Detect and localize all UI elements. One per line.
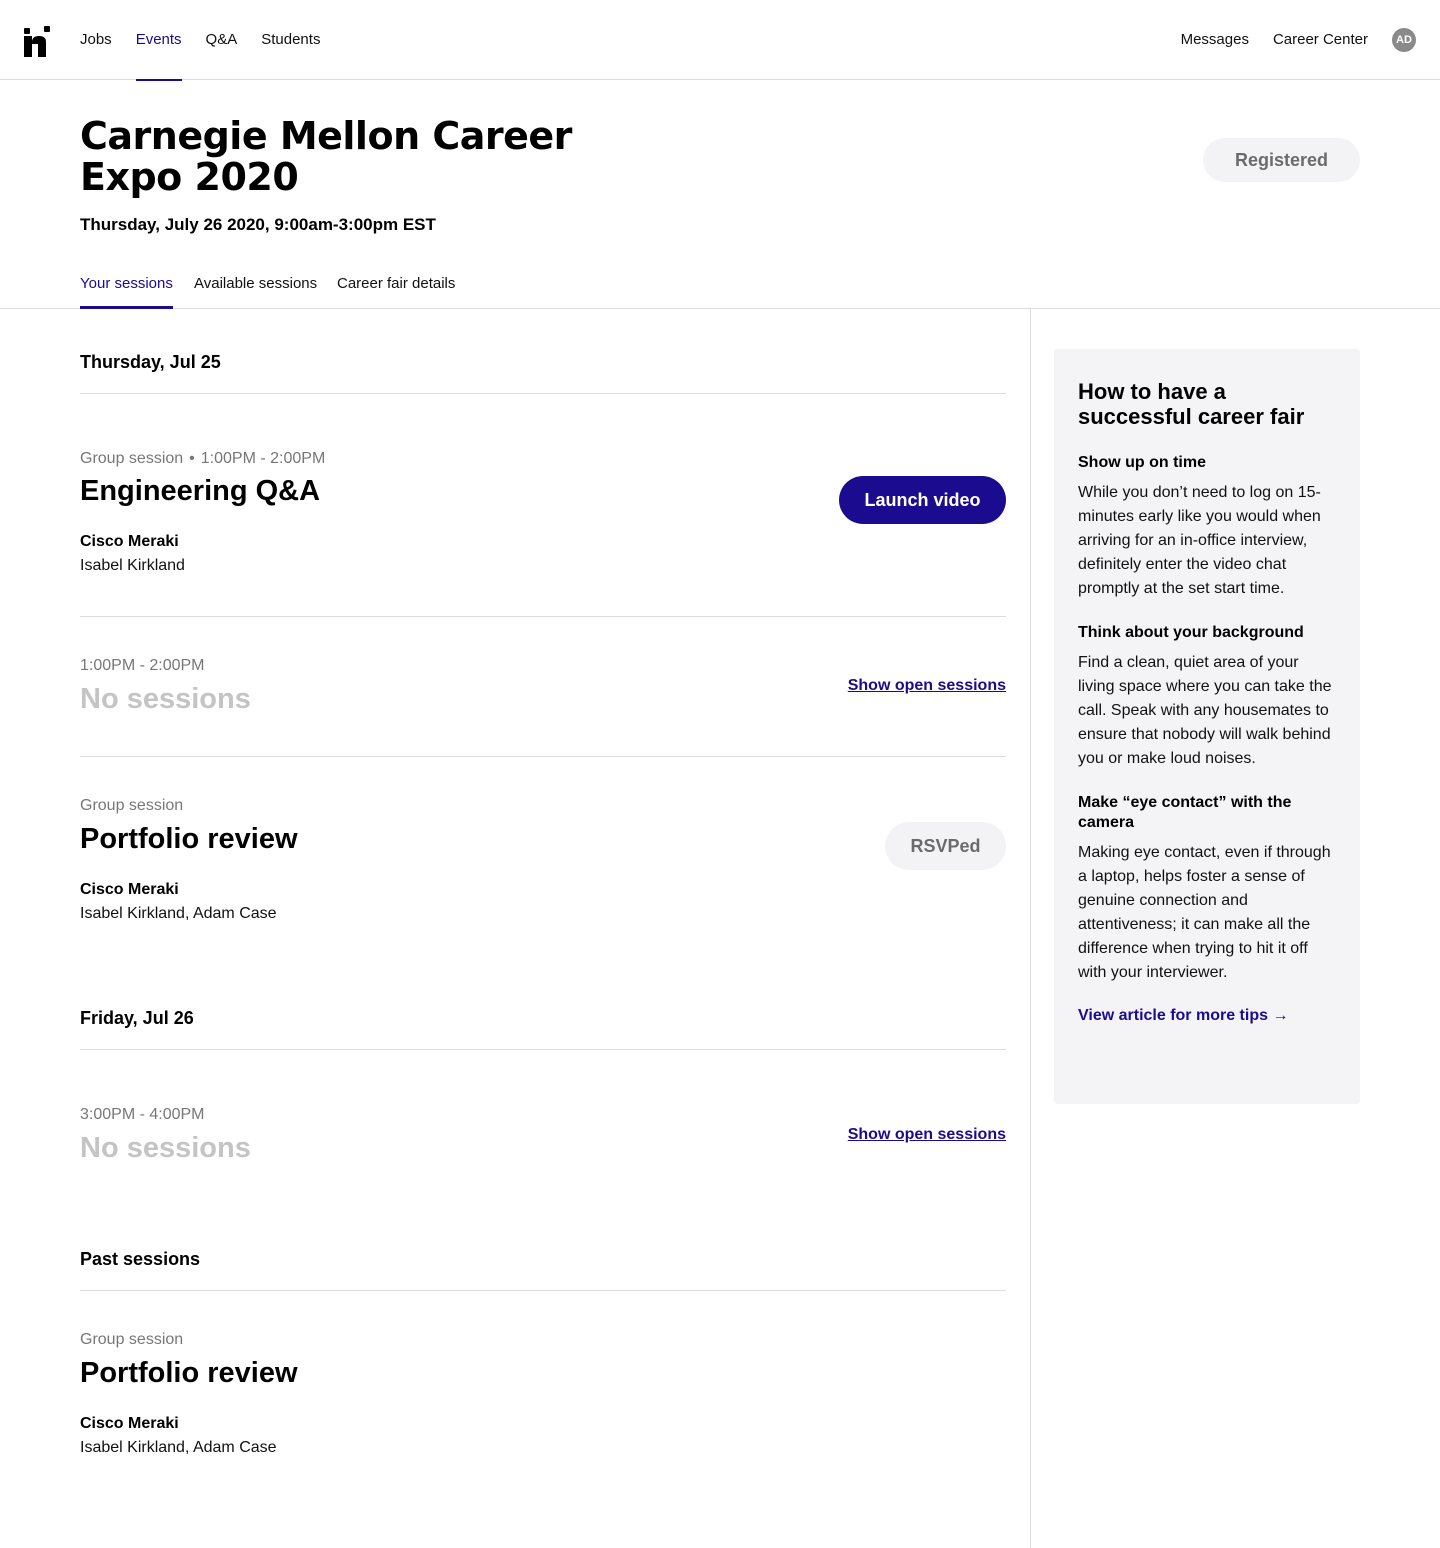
tip-body: While you don’t need to log on 15-minute… — [1078, 484, 1321, 597]
show-open-sessions-link[interactable]: Show open sessions — [848, 1126, 1006, 1144]
tab-your-sessions[interactable]: Your sessions — [80, 260, 173, 309]
divider — [80, 616, 1006, 617]
event-tabs: Your sessions Available sessions Career … — [0, 260, 1440, 309]
session-title: Engineering Q&A — [80, 475, 321, 507]
view-article-link[interactable]: View article for more tips → — [1078, 1007, 1288, 1024]
tab-career-fair-details[interactable]: Career fair details — [337, 260, 455, 308]
tip-heading: Show up on time — [1078, 454, 1206, 471]
session-time: 1:00PM - 2:00PM — [200, 450, 326, 467]
session-title: Portfolio review — [80, 1357, 298, 1389]
nav-messages[interactable]: Messages — [1181, 0, 1249, 80]
event-title: Carnegie Mellon Career Expo 2020 — [80, 114, 572, 199]
tips-title: How to have a successful career fair — [1078, 379, 1305, 429]
divider — [80, 756, 1006, 757]
nav-jobs[interactable]: Jobs — [80, 0, 112, 80]
nav-career-center[interactable]: Career Center — [1273, 0, 1368, 80]
show-open-sessions-link[interactable]: Show open sessions — [848, 677, 1006, 695]
tab-available-sessions[interactable]: Available sessions — [194, 260, 317, 308]
session-company: Cisco Meraki — [80, 533, 179, 550]
tip-heading: Think about your background — [1078, 624, 1304, 641]
rsvped-button[interactable]: RSVPed — [885, 822, 1006, 870]
tip-body: Making eye contact, even if through a la… — [1078, 844, 1331, 981]
session-type: Group session — [80, 450, 184, 467]
session-type: Group session — [80, 1331, 184, 1348]
nav-students[interactable]: Students — [261, 0, 320, 80]
day-heading: Thursday, Jul 25 — [80, 352, 221, 372]
past-sessions-heading: Past sessions — [80, 1249, 201, 1269]
session-people: Isabel Kirkland — [80, 557, 185, 574]
session-time: 3:00PM - 4:00PM — [80, 1106, 205, 1123]
session-people: Isabel Kirkland, Adam Case — [80, 905, 277, 922]
divider — [80, 393, 1006, 394]
secondary-nav: Messages Career Center AD — [1157, 0, 1416, 80]
tip-heading: Make “eye contact” with the camera — [1078, 794, 1292, 831]
session-type: Group session — [80, 797, 184, 814]
divider — [80, 1290, 1006, 1291]
primary-nav: Jobs Events Q&A Students — [80, 0, 344, 81]
no-sessions-label: No sessions — [80, 683, 251, 715]
nav-qa[interactable]: Q&A — [206, 0, 238, 80]
registered-button[interactable]: Registered — [1203, 138, 1360, 182]
nav-events[interactable]: Events — [135, 0, 182, 81]
tip-body: Find a clean, quiet area of your living … — [1078, 654, 1332, 767]
session-people: Isabel Kirkland, Adam Case — [80, 1439, 277, 1456]
separator-dot: • — [189, 450, 195, 467]
top-nav: Jobs Events Q&A Students Messages Career… — [0, 0, 1440, 81]
session-company: Cisco Meraki — [80, 1415, 179, 1432]
career-fair-tips-card: How to have a successful career fair Sho… — [1054, 349, 1360, 1104]
session-title: Portfolio review — [80, 823, 298, 855]
divider — [80, 1049, 1006, 1050]
launch-video-button[interactable]: Launch video — [839, 476, 1006, 524]
user-avatar[interactable]: AD — [1392, 28, 1416, 52]
session-time: 1:00PM - 2:00PM — [80, 657, 205, 674]
session-company: Cisco Meraki — [80, 881, 179, 898]
no-sessions-label: No sessions — [80, 1132, 251, 1164]
handshake-logo-icon[interactable] — [24, 24, 50, 57]
column-divider — [1030, 309, 1031, 1548]
session-meta: Group session • 1:00PM - 2:00PM — [80, 450, 325, 468]
event-date: Thursday, July 26 2020, 9:00am-3:00pm ES… — [80, 215, 436, 234]
day-heading: Friday, Jul 26 — [80, 1008, 194, 1028]
